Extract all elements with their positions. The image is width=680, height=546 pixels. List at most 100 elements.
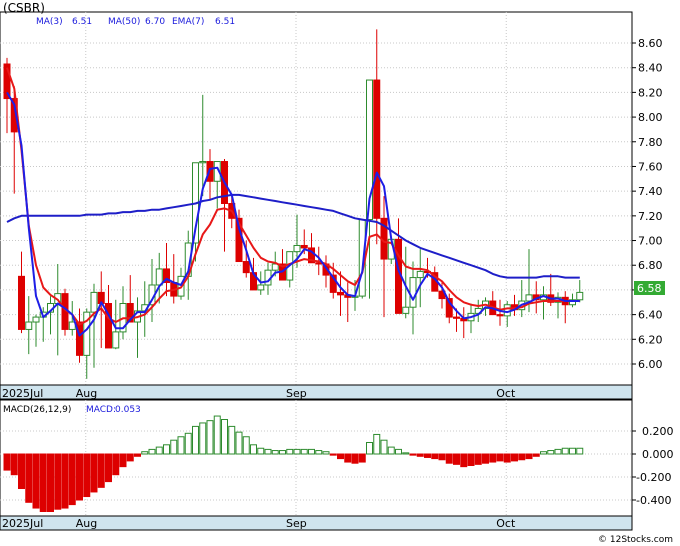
candle-body xyxy=(525,294,533,302)
macd-bar xyxy=(322,451,330,455)
macd-bar xyxy=(271,450,279,455)
macd-bar xyxy=(235,431,243,455)
macd-bar xyxy=(293,448,301,455)
macd-x-tick-label: 2025Jul xyxy=(2,517,43,530)
macd-bar xyxy=(83,453,91,498)
macd-legend-label: MACD: xyxy=(86,405,116,415)
candle-body xyxy=(300,244,308,249)
macd-x-tick-label: Oct xyxy=(496,517,516,530)
macd-bar xyxy=(453,453,460,465)
candle-body xyxy=(453,316,460,319)
macd-bar xyxy=(424,453,431,458)
macd-bar xyxy=(373,433,381,455)
macd-bar xyxy=(308,448,315,455)
candle-body xyxy=(90,291,98,313)
macd-bar xyxy=(395,448,402,455)
macd-bar xyxy=(279,450,286,455)
candle-body xyxy=(337,291,344,296)
macd-bar xyxy=(561,447,569,455)
candle-body xyxy=(155,268,163,286)
macd-bar xyxy=(177,436,185,455)
macd-bar xyxy=(489,453,497,463)
macd-bar xyxy=(25,453,33,503)
macd-bar xyxy=(525,453,533,460)
price-x-tick-label: Aug xyxy=(76,387,97,400)
macd-bar xyxy=(286,448,294,455)
macd-bar xyxy=(496,453,504,462)
chart-title: (CSBR) xyxy=(3,1,45,15)
price-panel-frame xyxy=(0,11,633,401)
price-y-tick-label: 8.20 xyxy=(638,86,663,99)
candle-body xyxy=(257,284,265,291)
macd-bar xyxy=(554,448,562,455)
price-x-tick-label: Oct xyxy=(496,387,516,400)
candle-body xyxy=(402,306,410,314)
macd-bar xyxy=(112,453,120,476)
price-y-tick-label: 6.00 xyxy=(638,358,663,371)
macd-bar xyxy=(467,453,475,466)
candle-body xyxy=(576,291,584,301)
macd-bar xyxy=(315,450,323,455)
macd-bar xyxy=(68,453,76,506)
price-y-tick-label: 7.00 xyxy=(638,235,663,248)
price-y-tick-label: 6.20 xyxy=(638,333,663,346)
macd-y-tick-label: -0.400 xyxy=(636,494,671,507)
macd-y-tick-label: 0.200 xyxy=(642,425,674,438)
macd-bar xyxy=(532,453,540,457)
macd-bar xyxy=(409,453,417,456)
macd-bar xyxy=(351,453,359,464)
last-price-value: 6.58 xyxy=(637,282,662,295)
macd-bar xyxy=(54,453,62,510)
macd-y-tick-label: 0.000 xyxy=(642,448,674,461)
ma50-legend-label: MA(50) xyxy=(108,17,140,27)
macd-bar xyxy=(184,432,192,455)
macd-bar xyxy=(105,453,112,483)
price-y-tick-label: 7.20 xyxy=(638,210,663,223)
candle-body xyxy=(409,277,417,308)
price-x-tick-label: 2025Jul xyxy=(2,387,43,400)
stock-chart: 6.006.206.406.606.807.007.207.407.607.80… xyxy=(0,1,674,545)
macd-bar xyxy=(119,453,127,468)
ma50-legend-value: 6.70 xyxy=(145,17,165,27)
macd-bar xyxy=(264,448,272,455)
macd-bar xyxy=(438,453,446,461)
macd-bar xyxy=(257,447,265,455)
macd-bar xyxy=(569,447,576,455)
macd-legend-params: MACD(26,12,9) xyxy=(3,405,71,415)
macd-bar xyxy=(445,453,453,464)
macd-bar xyxy=(18,453,25,489)
price-y-tick-label: 7.60 xyxy=(638,160,663,173)
macd-bar xyxy=(576,447,584,455)
macd-bar xyxy=(221,419,228,455)
candle-body xyxy=(373,79,381,219)
watermark: © 12Stocks.com xyxy=(598,535,673,545)
candle-body xyxy=(416,270,424,279)
candle-body xyxy=(112,331,120,349)
macd-x-tick-label: Sep xyxy=(286,517,307,530)
macd-bar xyxy=(192,425,199,455)
candle-body xyxy=(18,275,25,330)
price-y-tick-label: 7.40 xyxy=(638,185,663,198)
price-x-tick-label: Sep xyxy=(286,387,307,400)
macd-bar xyxy=(540,451,547,455)
macd-bar xyxy=(90,453,98,493)
macd-y-tick-label: -0.200 xyxy=(636,471,671,484)
macd-bar xyxy=(61,453,69,509)
macd-bar xyxy=(228,425,236,455)
macd-bar xyxy=(358,453,366,463)
price-y-axis: 6.006.206.406.606.807.007.207.407.607.80… xyxy=(632,37,663,371)
macd-legend-value: 0.053 xyxy=(115,405,141,415)
macd-bar xyxy=(213,415,221,455)
macd-bar xyxy=(482,453,489,464)
ema7-legend-label: EMA(7) xyxy=(172,17,204,27)
macd-bar xyxy=(329,453,337,456)
price-y-tick-label: 6.40 xyxy=(638,309,663,322)
candle-body xyxy=(496,314,504,317)
macd-bar xyxy=(380,439,388,455)
macd-bar xyxy=(39,453,47,512)
macd-bar xyxy=(32,453,40,509)
candle-body xyxy=(199,161,207,164)
macd-bar xyxy=(337,453,344,460)
price-y-tick-label: 6.80 xyxy=(638,259,663,272)
macd-bar xyxy=(126,453,134,462)
